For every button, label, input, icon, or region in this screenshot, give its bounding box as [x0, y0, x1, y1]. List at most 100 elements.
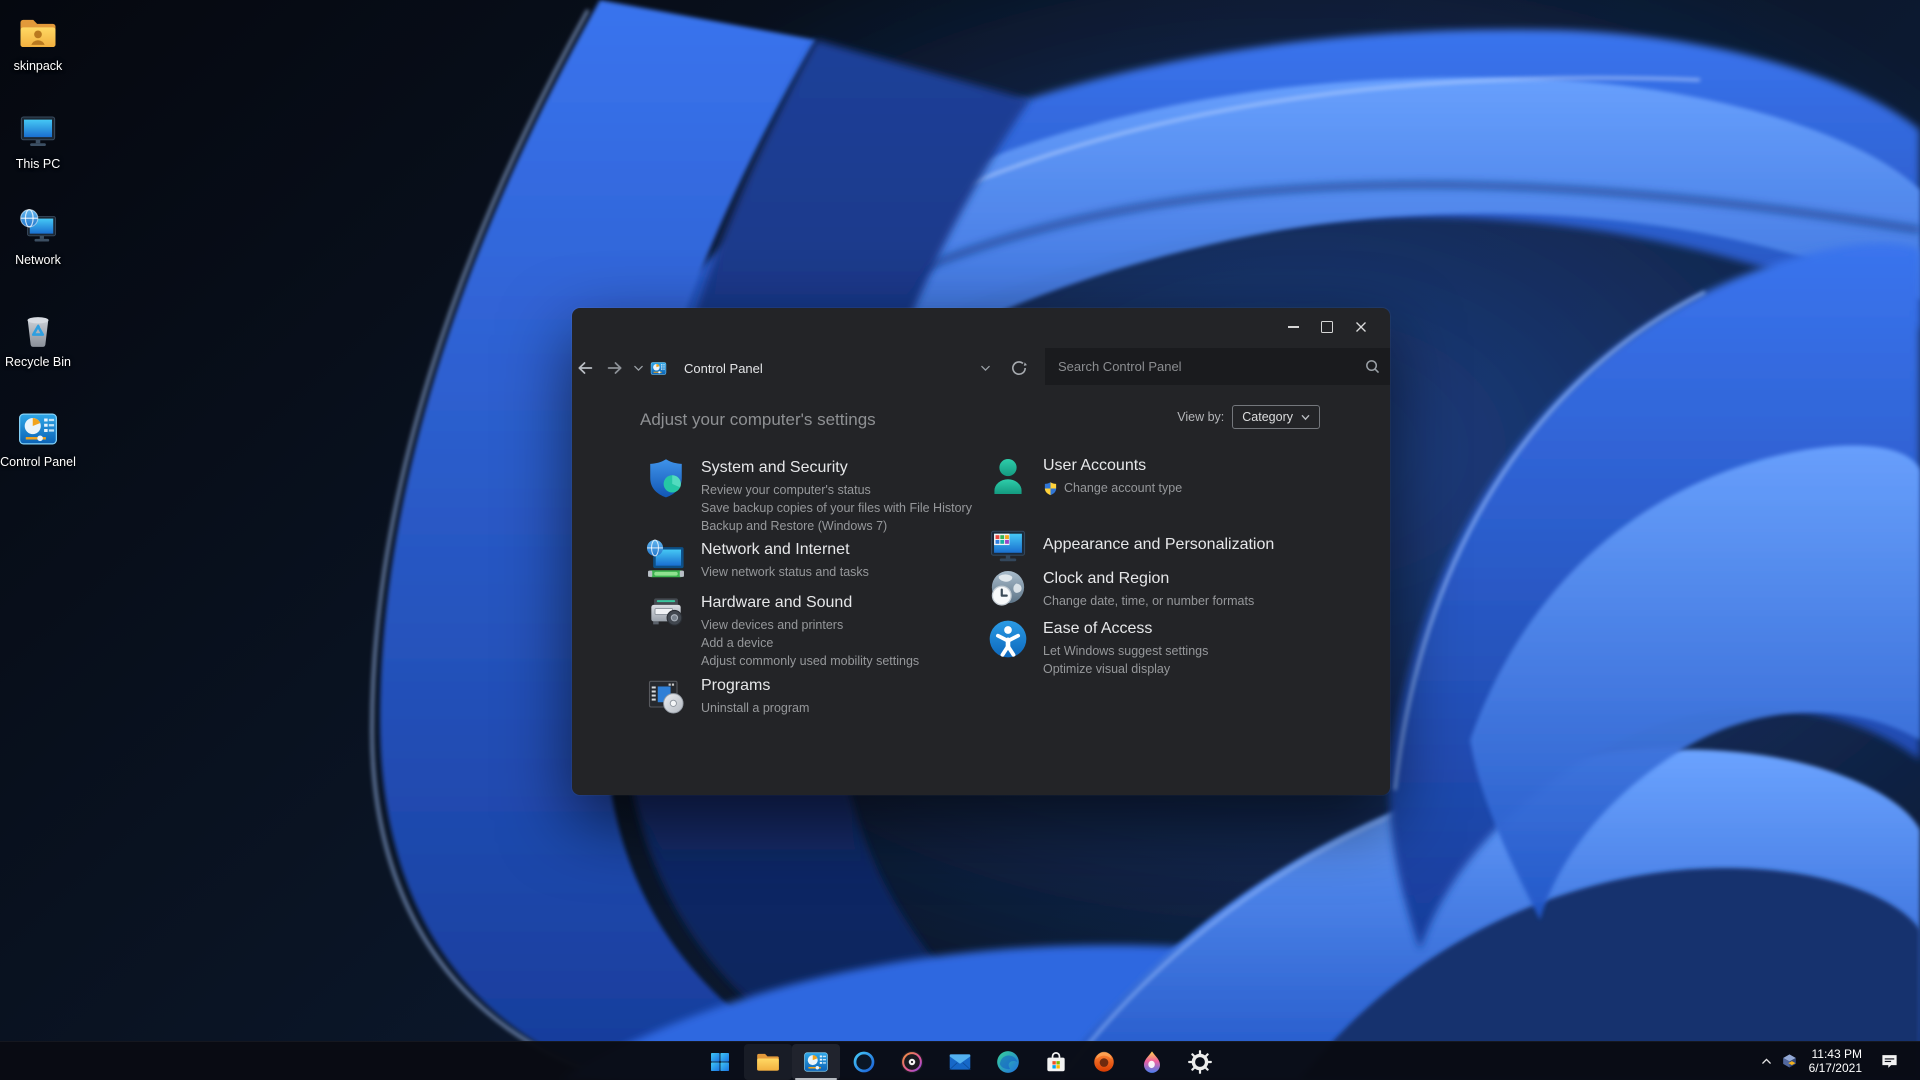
show-hidden-icons-button[interactable]: [1756, 1042, 1776, 1080]
category-title[interactable]: Ease of Access: [1043, 619, 1208, 638]
taskbar-mail[interactable]: [936, 1044, 984, 1080]
view-by-dropdown[interactable]: Category: [1232, 405, 1320, 429]
category-link[interactable]: Optimize visual display: [1043, 660, 1208, 678]
taskbar-paint-3d[interactable]: [1128, 1044, 1176, 1080]
address-dropdown-button[interactable]: [978, 361, 992, 375]
window-content: Adjust your computer's settings View by:…: [572, 390, 1390, 795]
category-hardware-and-sound: Hardware and Sound View devices and prin…: [644, 591, 919, 670]
view-by-value: Category: [1242, 410, 1293, 424]
category-title[interactable]: Appearance and Personalization: [1043, 535, 1274, 554]
category-link[interactable]: Uninstall a program: [701, 699, 809, 717]
minimize-button[interactable]: [1276, 308, 1310, 346]
taskbar-cortana[interactable]: [840, 1044, 888, 1080]
view-by-control: View by: Category: [1177, 405, 1320, 429]
category-link[interactable]: Review your computer's status: [701, 481, 972, 499]
minimize-icon: [1287, 326, 1299, 328]
refresh-icon: [1010, 359, 1028, 377]
category-title[interactable]: System and Security: [701, 458, 972, 477]
category-link[interactable]: Change date, time, or number formats: [1043, 592, 1254, 610]
desktop-icon-label: Recycle Bin: [5, 355, 71, 369]
desktop-icon-recycle-bin[interactable]: Recycle Bin: [2, 308, 74, 369]
category-network-and-internet: Network and Internet View network status…: [644, 538, 869, 582]
search-input[interactable]: [1045, 348, 1390, 385]
appearance-monitor-icon[interactable]: [986, 524, 1030, 568]
category-link[interactable]: Save backup copies of your files with Fi…: [701, 499, 972, 517]
category-title[interactable]: Clock and Region: [1043, 569, 1254, 588]
category-ease-of-access: Ease of Access Let Windows suggest setti…: [986, 617, 1208, 678]
taskbar-file-explorer[interactable]: [744, 1043, 792, 1080]
back-button[interactable]: [574, 357, 596, 379]
category-clock-and-region: Clock and Region Change date, time, or n…: [986, 567, 1254, 611]
action-center-button[interactable]: [1876, 1042, 1902, 1080]
chevron-down-icon: [632, 362, 645, 375]
taskbar: 11:43 PM 6/17/2021: [0, 1041, 1920, 1080]
desktop-icon-label: Control Panel: [0, 455, 76, 469]
mail-envelope-icon: [947, 1049, 973, 1075]
taskbar-settings[interactable]: [1176, 1044, 1224, 1080]
ease-of-access-icon[interactable]: [986, 617, 1030, 661]
maximize-button[interactable]: [1310, 308, 1344, 346]
clock-time: 11:43 PM: [1811, 1047, 1862, 1061]
category-title[interactable]: Network and Internet: [701, 540, 869, 559]
shield-icon[interactable]: [644, 456, 688, 500]
search-icon: [1364, 358, 1381, 375]
control-panel-icon: [803, 1049, 829, 1075]
category-appearance-and-personalization: Appearance and Personalization: [986, 524, 1274, 568]
category-title[interactable]: Programs: [701, 676, 809, 695]
cube-icon: [1780, 1052, 1799, 1071]
category-link[interactable]: Let Windows suggest settings: [1043, 642, 1208, 660]
back-arrow-icon: [574, 357, 596, 379]
category-link-label: Change account type: [1064, 481, 1183, 495]
address-breadcrumb[interactable]: Control Panel: [684, 359, 763, 377]
category-link[interactable]: Backup and Restore (Windows 7): [701, 517, 972, 535]
view-by-label: View by:: [1177, 410, 1225, 424]
user-icon[interactable]: [986, 454, 1030, 498]
category-system-and-security: System and Security Review your computer…: [644, 456, 972, 535]
recycle-bin-icon: [17, 308, 59, 350]
category-link[interactable]: Adjust commonly used mobility settings: [701, 652, 919, 670]
clock-globe-icon[interactable]: [986, 567, 1030, 611]
action-center-icon: [1880, 1052, 1899, 1071]
control-panel-icon: [17, 408, 59, 450]
gear-icon: [1187, 1049, 1213, 1075]
taskbar-edge[interactable]: [984, 1044, 1032, 1080]
refresh-button[interactable]: [1009, 358, 1028, 377]
navigation-bar: Control Panel: [572, 346, 1390, 390]
computer-monitor-icon: [17, 110, 59, 152]
edge-browser-icon: [995, 1049, 1021, 1075]
recent-pages-dropdown[interactable]: [631, 361, 645, 375]
category-title[interactable]: User Accounts: [1043, 456, 1182, 475]
category-user-accounts: User Accounts Change account type: [986, 454, 1182, 498]
printer-icon[interactable]: [644, 591, 688, 635]
network-globe-monitor-icon: [17, 206, 59, 248]
programs-disc-icon[interactable]: [644, 674, 688, 718]
taskbar-control-panel[interactable]: [792, 1043, 840, 1080]
title-bar[interactable]: [572, 308, 1390, 346]
taskbar-office[interactable]: [1080, 1044, 1128, 1080]
taskbar-groove-music[interactable]: [888, 1044, 936, 1080]
desktop-icon-network[interactable]: Network: [2, 206, 74, 267]
taskbar-microsoft-store[interactable]: [1032, 1044, 1080, 1080]
category-link[interactable]: Change account type: [1043, 479, 1182, 497]
user-folder-icon: [17, 12, 59, 54]
uac-shield-icon: [1043, 481, 1058, 496]
maximize-icon: [1321, 321, 1333, 333]
forward-button[interactable]: [604, 357, 626, 379]
windows-logo-icon: [708, 1050, 732, 1074]
desktop-icon-skinpack[interactable]: skinpack: [2, 12, 74, 73]
desktop-icon-control-panel[interactable]: Control Panel: [0, 408, 76, 469]
start-button[interactable]: [696, 1044, 744, 1080]
category-link[interactable]: Add a device: [701, 634, 919, 652]
desktop-icon-this-pc[interactable]: This PC: [2, 110, 74, 171]
close-button[interactable]: [1344, 308, 1378, 346]
desktop-icon-label: Network: [15, 253, 61, 267]
category-title[interactable]: Hardware and Sound: [701, 593, 919, 612]
category-link[interactable]: View network status and tasks: [701, 563, 869, 581]
cortana-ring-icon: [851, 1049, 877, 1075]
tray-virtualbox-icon[interactable]: [1778, 1042, 1800, 1080]
store-bag-icon: [1043, 1049, 1069, 1075]
network-monitor-icon[interactable]: [644, 538, 688, 582]
dropdown-caret-icon: [1301, 414, 1310, 420]
category-link[interactable]: View devices and printers: [701, 616, 919, 634]
taskbar-clock[interactable]: 11:43 PM 6/17/2021: [1800, 1047, 1862, 1075]
